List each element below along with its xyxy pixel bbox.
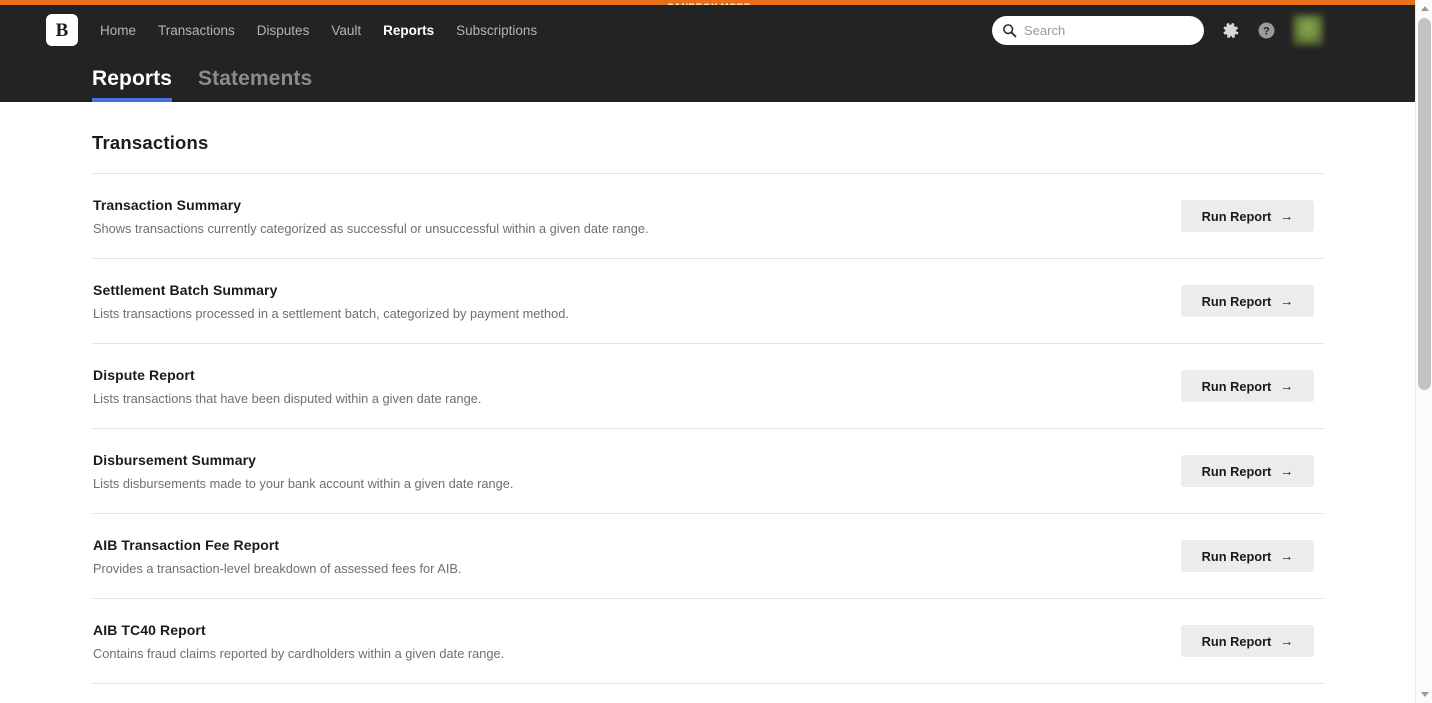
run-report-button[interactable]: Run Report →	[1181, 625, 1314, 657]
report-info: AIB Transaction Fee Report Provides a tr…	[92, 537, 461, 576]
run-report-label: Run Report	[1201, 378, 1272, 394]
scroll-down-icon[interactable]	[1416, 686, 1432, 703]
report-name: Dispute Report	[93, 366, 195, 383]
report-row: AIB Transaction Fee Report Provides a tr…	[92, 514, 1324, 598]
report-description: Lists transactions that have been disput…	[93, 390, 482, 406]
search-input[interactable]	[1024, 19, 1194, 41]
arrow-right-icon: →	[1280, 463, 1294, 478]
gear-icon[interactable]	[1221, 21, 1240, 40]
main-navbar: B Home Transactions Disputes Vault Repor…	[0, 5, 1415, 55]
run-report-label: Run Report	[1201, 633, 1272, 649]
report-row: Dispute Report Lists transactions that h…	[92, 344, 1324, 428]
report-info: Dispute Report Lists transactions that h…	[92, 367, 481, 406]
nav-item-transactions[interactable]: Transactions	[158, 23, 235, 38]
nav-item-reports[interactable]: Reports	[383, 23, 434, 38]
report-info: Settlement Batch Summary Lists transacti…	[92, 282, 569, 321]
run-report-button[interactable]: Run Report →	[1181, 455, 1314, 487]
report-description: Shows transactions currently categorized…	[93, 220, 649, 236]
search-icon	[1002, 23, 1017, 38]
primary-nav: Home Transactions Disputes Vault Reports…	[100, 23, 559, 38]
run-report-label: Run Report	[1201, 293, 1272, 309]
report-info: AIB TC40 Report Contains fraud claims re…	[92, 622, 504, 661]
arrow-right-icon: →	[1280, 378, 1294, 393]
run-report-button[interactable]: Run Report →	[1181, 200, 1314, 232]
run-report-button[interactable]: Run Report →	[1181, 285, 1314, 317]
report-name: Disbursement Summary	[93, 451, 257, 468]
arrow-right-icon: →	[1280, 293, 1294, 308]
report-info: Disbursement Summary Lists disbursements…	[92, 452, 513, 491]
logo-letter: B	[55, 19, 69, 41]
avatar[interactable]	[1293, 15, 1323, 45]
report-row: AIB TC40 Report Contains fraud claims re…	[92, 599, 1324, 683]
run-report-label: Run Report	[1201, 548, 1272, 564]
help-icon[interactable]: ?	[1257, 21, 1276, 40]
header-actions: ?	[992, 5, 1323, 55]
report-name: AIB TC40 Report	[93, 621, 206, 638]
nav-item-disputes[interactable]: Disputes	[257, 23, 310, 38]
nav-item-vault[interactable]: Vault	[331, 23, 361, 38]
report-description: Provides a transaction-level breakdown o…	[93, 560, 462, 576]
run-report-label: Run Report	[1201, 463, 1272, 479]
divider	[92, 683, 1324, 684]
braintree-logo[interactable]: B	[46, 14, 78, 46]
section-tabs: Reports Statements	[92, 55, 338, 102]
report-description: Lists transactions processed in a settle…	[93, 305, 569, 321]
page-root: SANDBOX MODE B Home Transactions Dispute…	[0, 0, 1432, 703]
run-report-label: Run Report	[1201, 208, 1272, 224]
vertical-scrollbar[interactable]	[1415, 0, 1432, 703]
report-description: Lists disbursements made to your bank ac…	[93, 475, 514, 491]
report-info: Transaction Summary Shows transactions c…	[92, 197, 649, 236]
scrollbar-thumb[interactable]	[1418, 18, 1431, 390]
arrow-right-icon: →	[1280, 633, 1294, 648]
report-name: AIB Transaction Fee Report	[93, 536, 280, 553]
arrow-right-icon: →	[1280, 548, 1294, 563]
run-report-button[interactable]: Run Report →	[1181, 370, 1314, 402]
report-name: Transaction Summary	[93, 196, 242, 213]
tab-statements[interactable]: Statements	[198, 67, 312, 102]
report-row: Disbursement Summary Lists disbursements…	[92, 429, 1324, 513]
run-report-button[interactable]: Run Report →	[1181, 540, 1314, 572]
report-row: Settlement Batch Summary Lists transacti…	[92, 259, 1324, 343]
page-title: Transactions	[92, 132, 209, 153]
report-row: Transaction Summary Shows transactions c…	[92, 174, 1324, 258]
report-description: Contains fraud claims reported by cardho…	[93, 645, 505, 661]
main-content: Transactions Transaction Summary Shows t…	[0, 102, 1415, 703]
nav-item-home[interactable]: Home	[100, 23, 136, 38]
search-box[interactable]	[992, 15, 1204, 45]
reports-list: Transaction Summary Shows transactions c…	[92, 173, 1324, 684]
scroll-up-icon[interactable]	[1416, 0, 1432, 17]
nav-item-subscriptions[interactable]: Subscriptions	[456, 23, 537, 38]
arrow-right-icon: →	[1280, 208, 1294, 223]
tab-reports[interactable]: Reports	[92, 67, 173, 102]
svg-text:?: ?	[1263, 25, 1270, 37]
report-name: Settlement Batch Summary	[93, 281, 278, 298]
site-header: B Home Transactions Disputes Vault Repor…	[0, 5, 1415, 102]
